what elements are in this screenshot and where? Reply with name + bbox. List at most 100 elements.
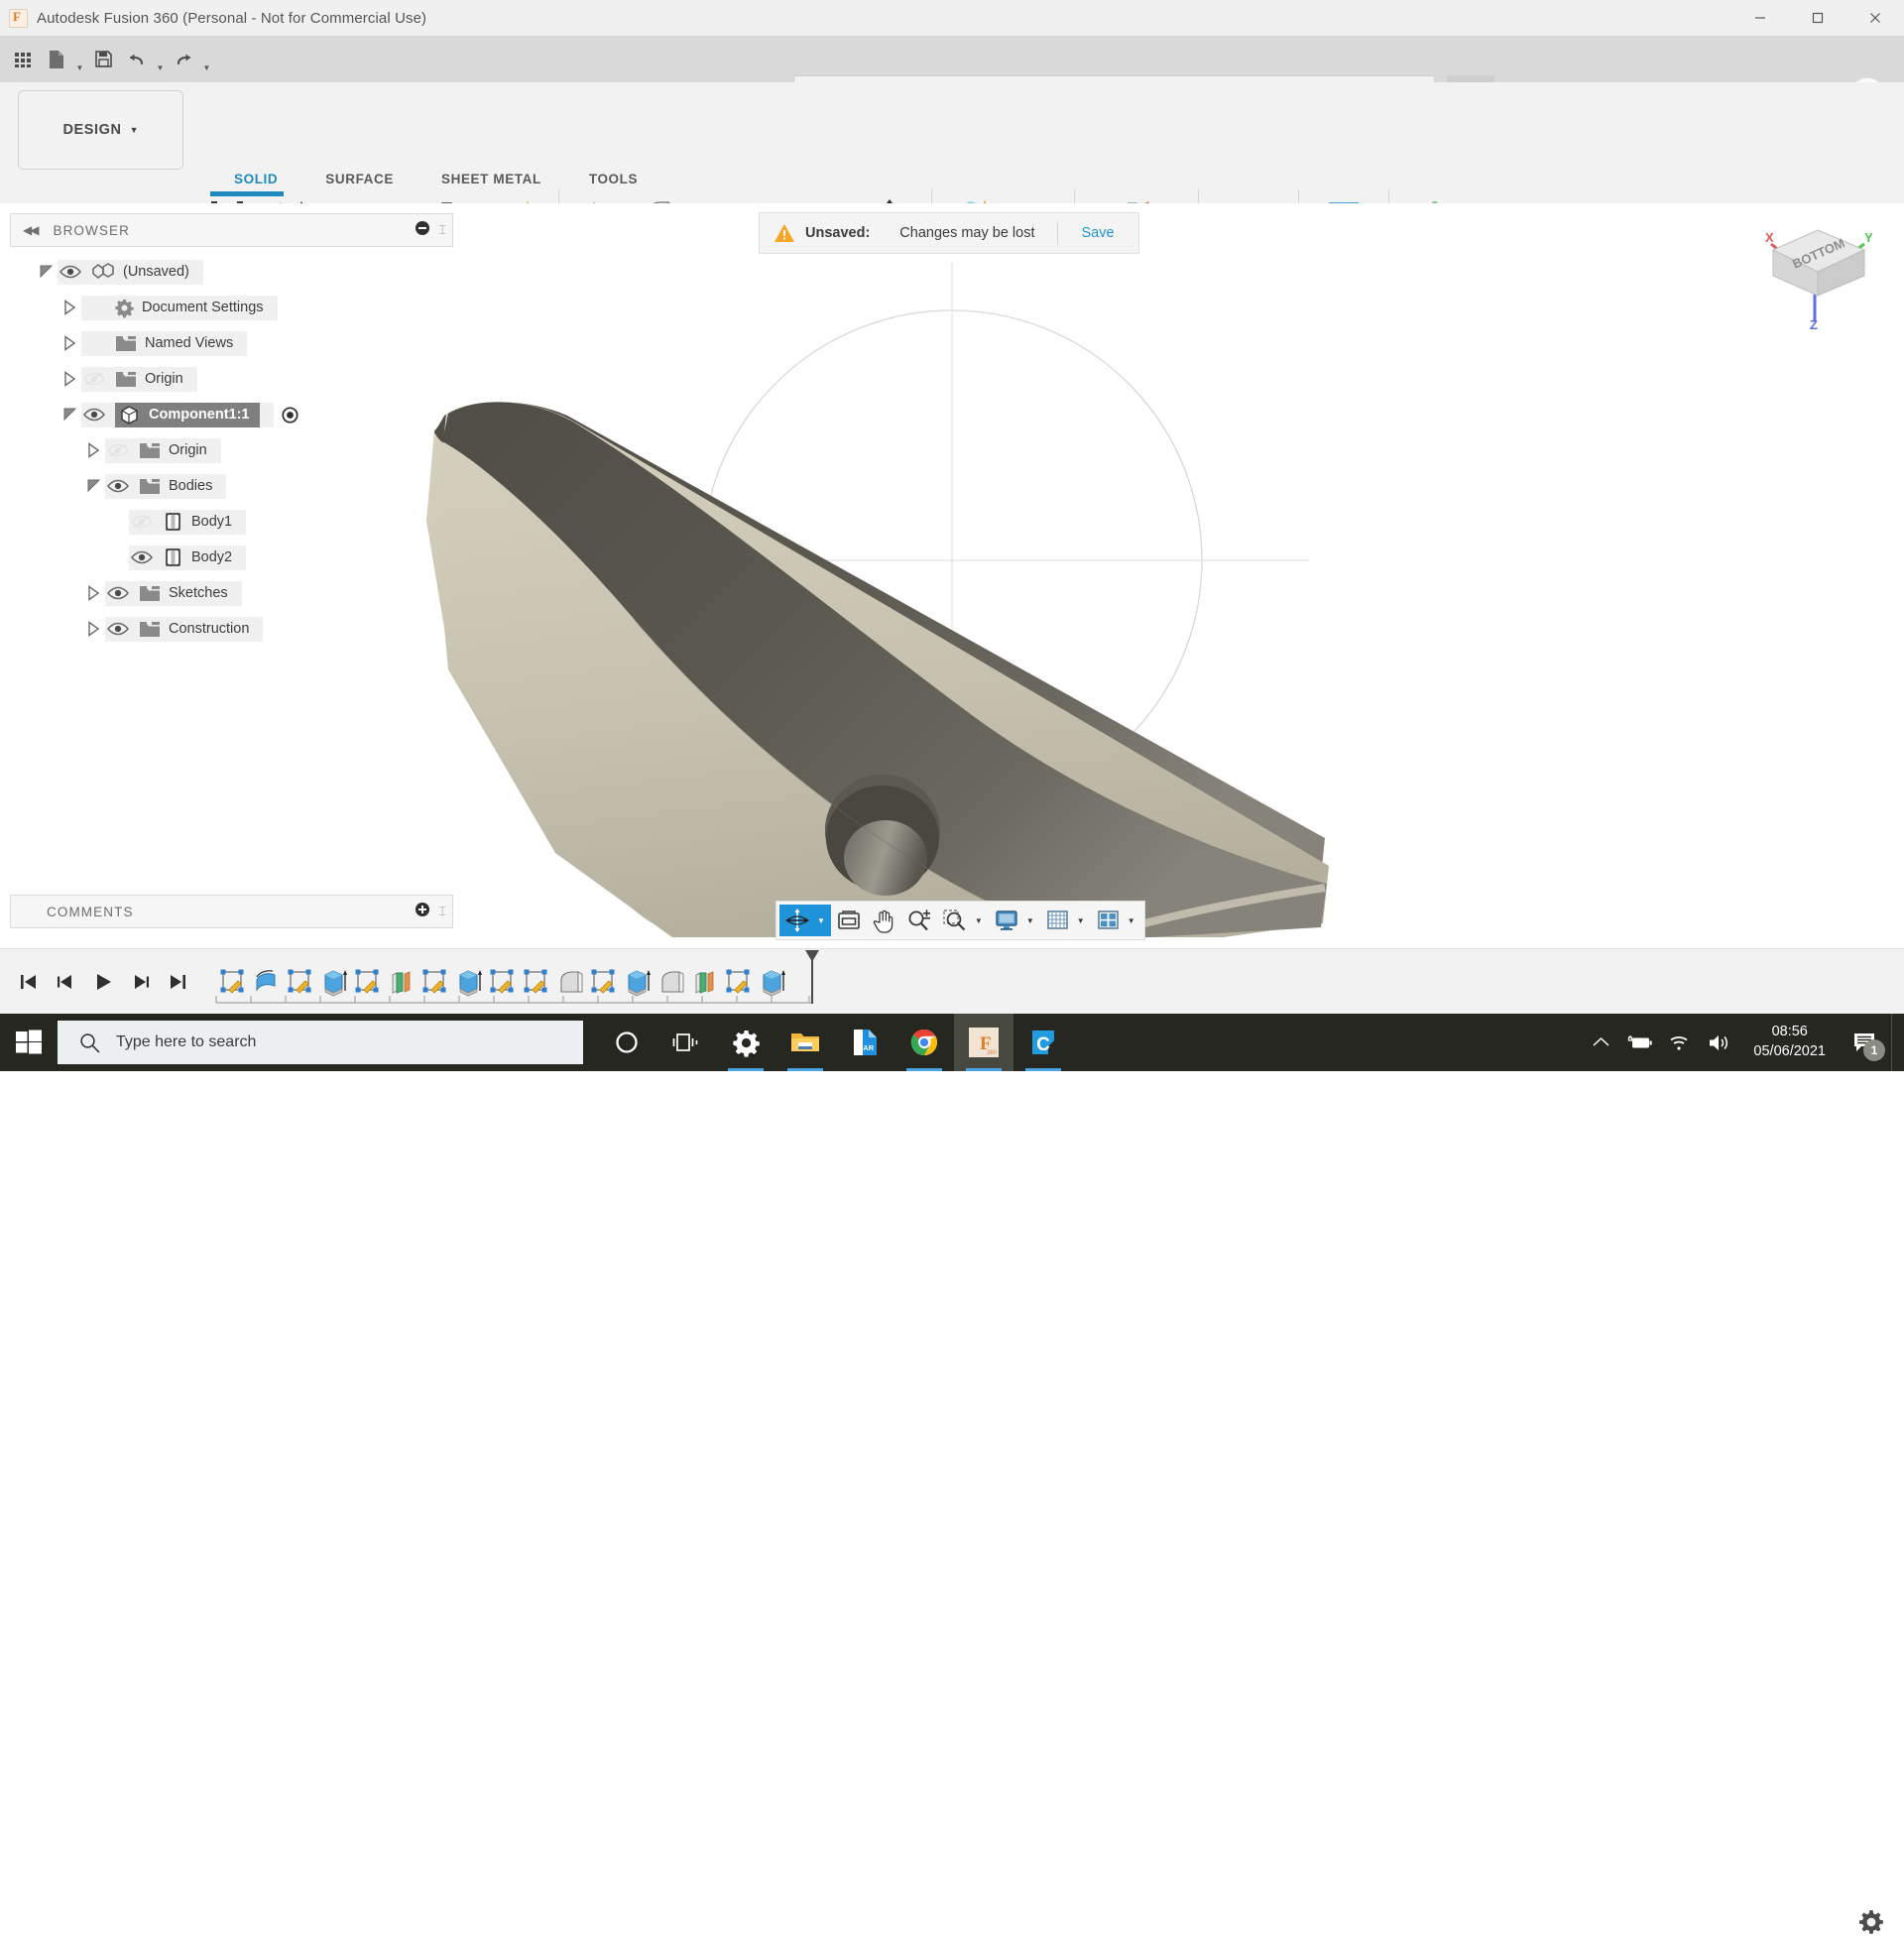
visibility-toggle-icon[interactable] [81,368,107,390]
activate-component-radio[interactable] [281,406,298,424]
show-hidden-icons-button[interactable] [1581,1014,1620,1071]
display-settings-button[interactable] [989,905,1024,936]
browser-collapse-icon[interactable]: ◀◀ [23,223,40,237]
grid-snaps-button[interactable] [1040,905,1075,936]
tree-disclosure-toggle[interactable] [60,297,81,318]
save-link[interactable]: Save [1058,225,1138,241]
add-comment-icon[interactable] [415,902,430,922]
tree-disclosure-toggle[interactable] [60,368,81,390]
timeline-settings-button[interactable] [1858,1909,1884,1940]
close-button[interactable] [1846,0,1904,36]
orbit-button[interactable] [779,905,815,936]
tab-surface[interactable]: SURFACE [301,166,417,191]
timeline-step-forward[interactable] [127,965,155,999]
start-button[interactable] [0,1014,58,1071]
battery-button[interactable] [1620,1014,1660,1071]
visibility-toggle-icon[interactable] [105,475,131,497]
visibility-toggle-icon[interactable] [105,582,131,604]
tree-item-icon [139,621,161,638]
redo-caret-icon[interactable]: ▼ [200,33,213,85]
taskbar-google-chrome[interactable] [894,1014,954,1071]
browser-tree-item-document-settings[interactable]: Document Settings [10,290,451,325]
maximize-button[interactable] [1789,0,1846,36]
browser-tree-item-origin[interactable]: Origin [10,361,451,397]
new-document-caret-icon[interactable]: ▼ [73,33,86,85]
tree-disclosure-toggle[interactable] [83,475,105,497]
browser-tree-item-body1[interactable]: Body1 [10,504,451,540]
browser-tree-item-bodies[interactable]: Bodies [10,468,451,504]
browser-tree-item-origin[interactable]: Origin [10,432,451,468]
tree-disclosure-toggle[interactable] [83,439,105,461]
browser-tree-item-unsaved[interactable]: (Unsaved) [10,254,451,290]
taskbar-fusion-360[interactable]: F 360 [954,1014,1013,1071]
tree-disclosure-toggle[interactable] [60,332,81,354]
new-document-group[interactable]: ▼ [40,33,86,85]
browser-minimize-icon[interactable] [415,220,430,241]
timeline-play[interactable] [89,965,117,999]
show-desktop-button[interactable] [1891,1014,1900,1071]
visibility-toggle-icon[interactable] [105,618,131,640]
viewports-button[interactable] [1091,905,1126,936]
taskbar-winrar[interactable]: RAR [835,1014,894,1071]
timeline-go-to-beginning[interactable] [14,965,42,999]
tab-tools[interactable]: TOOLS [565,166,661,191]
undo-group[interactable]: ▼ [120,33,167,85]
pan-button[interactable] [867,905,901,936]
timeline-marker[interactable] [801,948,823,1004]
visibility-toggle-icon[interactable] [129,546,155,568]
browser-tree-item-component1-1[interactable]: Component1:1 [10,397,451,432]
display-settings-caret-icon[interactable]: ▼ [1024,905,1040,936]
workspace-switcher-design[interactable]: DESIGN ▼ [18,90,183,170]
tree-item-label: Named Views [145,335,234,351]
volume-button[interactable] [1700,1014,1739,1071]
visibility-toggle-icon[interactable] [81,404,107,425]
tree-disclosure-toggle[interactable] [83,618,105,640]
grid-snaps-caret-icon[interactable]: ▼ [1075,905,1091,936]
display-views-button[interactable] [831,905,867,936]
taskbar-app-c[interactable]: C [1013,1014,1073,1071]
action-center-button[interactable]: 1 [1840,1014,1891,1071]
tab-solid[interactable]: SOLID [210,166,301,191]
unsaved-notification-bar: Unsaved: Changes may be lost Save [759,212,1139,254]
zoom-window-caret-icon[interactable]: ▼ [973,905,989,936]
browser-tree-item-sketches[interactable]: Sketches [10,575,451,611]
comments-grip-icon[interactable]: ⌶ [438,904,446,919]
folder-icon [140,585,160,601]
browser-grip-icon[interactable]: ⌶ [438,222,446,238]
app-grid-icon[interactable] [6,40,40,79]
minimize-button[interactable] [1731,0,1789,36]
browser-tree-item-body2[interactable]: Body2 [10,540,451,575]
zoom-window-button[interactable] [937,905,973,936]
new-document-icon[interactable] [40,40,73,79]
tree-disclosure-toggle[interactable] [60,404,81,425]
taskbar-settings[interactable] [716,1014,775,1071]
viewports-caret-icon[interactable]: ▼ [1126,905,1141,936]
visibility-toggle-icon[interactable] [58,261,83,283]
browser-tree-item-construction[interactable]: Construction [10,611,451,647]
visibility-toggle-icon[interactable] [129,511,155,533]
visibility-toggle-icon[interactable] [105,439,131,461]
orbit-caret-icon[interactable]: ▼ [815,905,831,936]
redo-group[interactable]: ▼ [167,33,213,85]
browser-tree-item-named-views[interactable]: Named Views [10,325,451,361]
tab-sheet-metal[interactable]: SHEET METAL [417,166,565,191]
taskbar-cortana[interactable] [597,1014,656,1071]
svg-text:RAR: RAR [858,1043,875,1052]
zoom-button[interactable] [901,905,937,936]
undo-caret-icon[interactable]: ▼ [154,33,167,85]
undo-icon[interactable] [120,40,154,79]
tree-disclosure-toggle[interactable] [83,582,105,604]
tree-disclosure-toggle[interactable] [36,261,58,283]
taskbar-file-explorer[interactable] [775,1014,835,1071]
network-button[interactable] [1660,1014,1700,1071]
timeline-step-back[interactable] [52,965,79,999]
taskbar-clock[interactable]: 08:56 05/06/2021 [1739,1014,1840,1071]
view-cube[interactable]: X Y Z BOTTOM [1753,220,1882,332]
timeline-go-to-end[interactable] [165,965,192,999]
redo-icon[interactable] [167,40,200,79]
save-icon[interactable] [86,40,120,79]
navigation-bar: ▼ ▼ ▼ ▼ ▼ [775,901,1145,940]
orbit-icon [785,909,809,932]
taskbar-search-input[interactable]: Type here to search [58,1021,583,1064]
taskbar-task-view[interactable] [656,1014,716,1071]
